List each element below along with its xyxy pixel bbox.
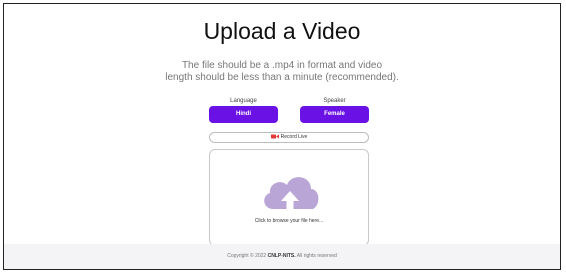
record-live-button[interactable]: Record Live	[209, 132, 369, 143]
page-title: Upload a Video	[203, 18, 361, 44]
upload-page: Upload a Video The file should be a .mp4…	[3, 3, 561, 270]
video-camera-icon	[270, 134, 279, 139]
language-select[interactable]: Hindi	[209, 106, 278, 123]
cloud-upload-icon	[264, 177, 319, 217]
subtitle-line-1: The file should be a .mp4 in format and …	[181, 60, 383, 71]
speaker-label: Speaker	[323, 98, 346, 104]
footer-suffix: All rights reserved	[295, 253, 337, 259]
dropzone-prompt: Click to browse your file here...	[254, 218, 324, 224]
record-live-label: Record Live	[280, 134, 308, 140]
page-subtitle: The file should be a .mp4 in format and …	[4, 60, 560, 84]
footer-org: CNLP-NITS.	[267, 253, 296, 259]
subtitle-line-2: length should be less than a minute (rec…	[165, 72, 399, 83]
speaker-select[interactable]: Female	[300, 106, 369, 123]
language-label: Language	[230, 98, 257, 104]
footer: Copyright © 2022 CNLP-NITS. All rights r…	[4, 244, 560, 269]
file-dropzone[interactable]: Click to browse your file here...	[209, 149, 369, 246]
footer-prefix: Copyright © 2022	[227, 253, 268, 259]
